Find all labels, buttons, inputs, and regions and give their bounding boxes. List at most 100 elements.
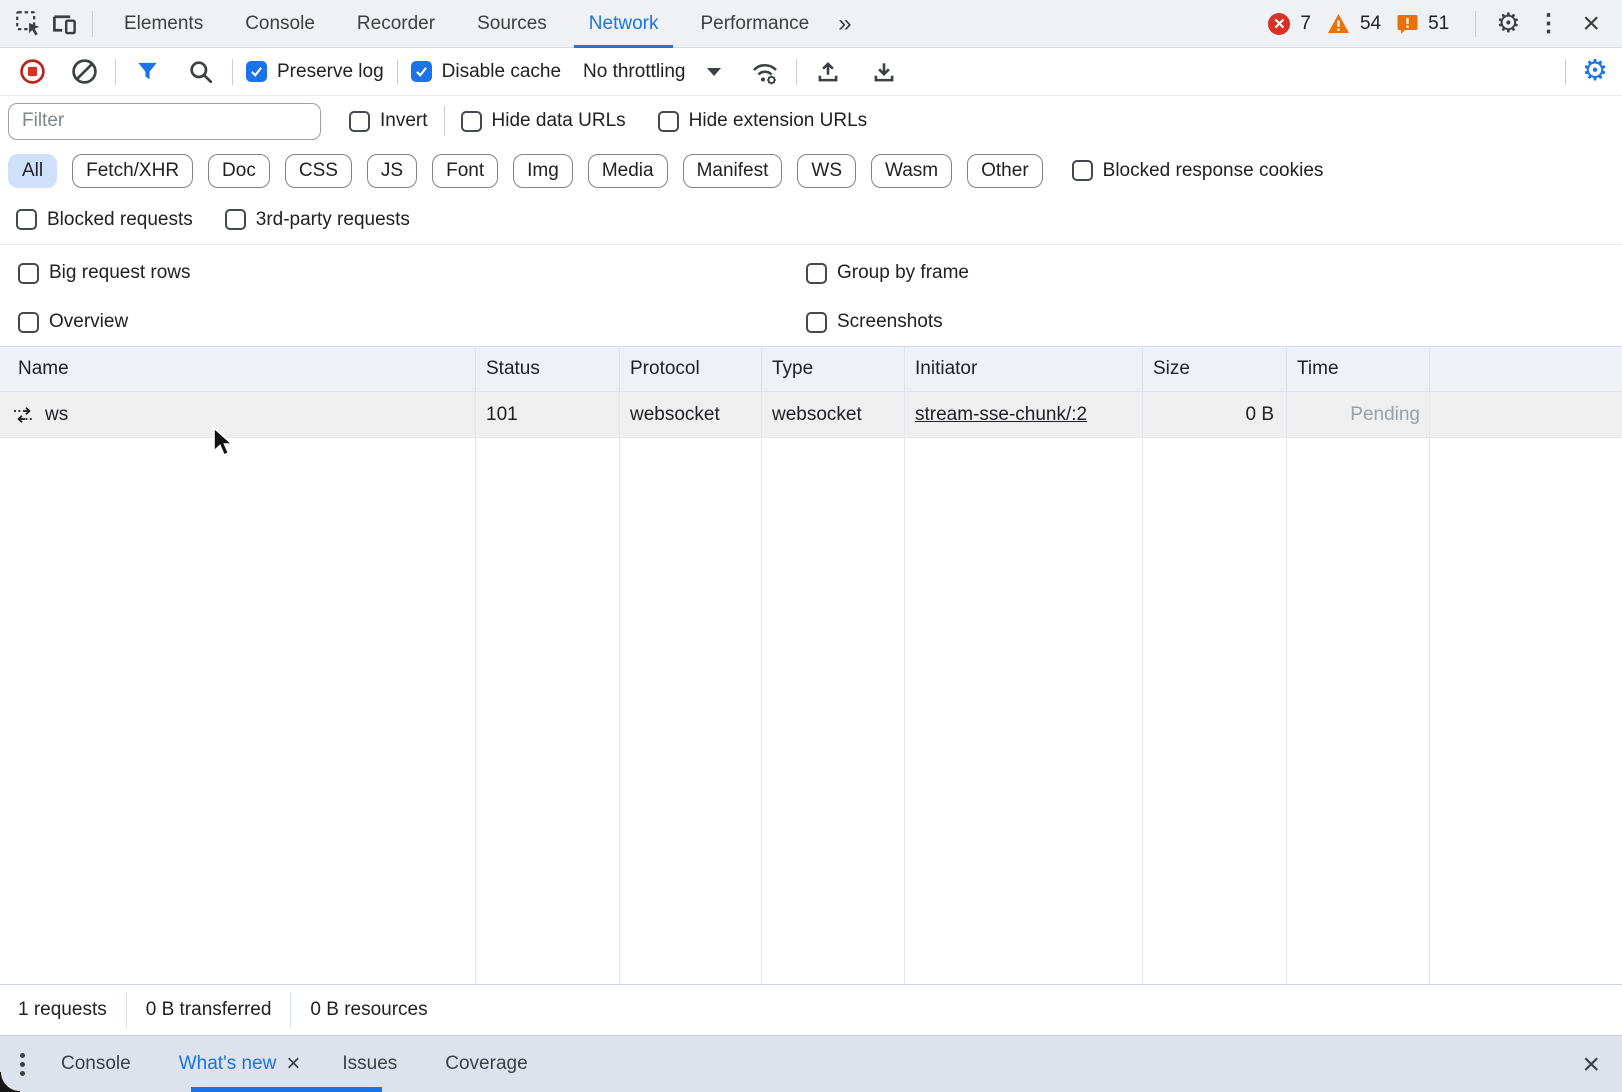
requests-table-header: Name Status Protocol Type Initiator Size… [0, 347, 1622, 392]
request-name: ws [45, 403, 69, 425]
request-name-cell[interactable]: ws [0, 392, 476, 437]
divider [232, 58, 233, 85]
settings-gear-icon[interactable]: ⚙ [1496, 10, 1520, 37]
clear-network-log-icon[interactable] [66, 54, 102, 90]
invert-label: Invert [380, 110, 428, 131]
chip-manifest[interactable]: Manifest [682, 153, 783, 188]
column-header-size[interactable]: Size [1143, 347, 1287, 391]
error-badge-icon[interactable]: ✕ [1268, 12, 1291, 35]
close-whats-new-tab-icon[interactable]: × [286, 1052, 300, 1076]
throttling-select[interactable]: No throttling [583, 60, 722, 83]
close-drawer-icon[interactable]: × [1582, 1050, 1600, 1080]
divider [796, 58, 798, 85]
hide-extension-urls-checkbox[interactable] [657, 110, 679, 132]
tab-network[interactable]: Network [568, 0, 680, 48]
close-devtools-icon[interactable]: × [1576, 8, 1606, 39]
disable-cache-checkbox[interactable] [410, 61, 432, 82]
tab-performance[interactable]: Performance [679, 0, 830, 48]
chip-fetch-xhr[interactable]: Fetch/XHR [72, 153, 194, 188]
request-size-cell[interactable]: 0 B [1143, 392, 1287, 437]
inspect-element-icon[interactable] [10, 6, 46, 42]
import-har-icon[interactable] [810, 54, 846, 90]
divider [1565, 58, 1566, 85]
drawer-tab-console[interactable]: Console [37, 1036, 155, 1092]
warning-icon[interactable] [1327, 13, 1350, 34]
blocked-requests-checkbox[interactable] [16, 209, 37, 230]
filter-icon[interactable] [129, 54, 165, 90]
error-count[interactable]: 7 [1300, 13, 1311, 35]
issues-icon[interactable] [1397, 14, 1418, 34]
hide-data-urls-checkbox[interactable] [460, 110, 482, 132]
initiator-link[interactable]: stream-sse-chunk/:2 [915, 404, 1087, 426]
filter-input[interactable] [8, 102, 321, 140]
divider [1475, 10, 1477, 37]
chip-media[interactable]: Media [587, 153, 668, 188]
drawer-tab-whats-new[interactable]: What's new [155, 1036, 287, 1092]
tab-elements[interactable]: Elements [103, 0, 224, 48]
column-header-name[interactable]: Name [0, 347, 476, 391]
request-time-cell[interactable]: Pending [1287, 392, 1430, 437]
more-tabs-icon[interactable]: » [830, 10, 857, 38]
table-row[interactable]: ws 101 websocket websocket stream-sse-ch… [0, 392, 1622, 438]
third-party-requests-label: 3rd-party requests [255, 208, 410, 230]
chip-css[interactable]: CSS [284, 153, 352, 188]
column-header-time[interactable]: Time [1287, 347, 1430, 391]
export-har-icon[interactable] [866, 54, 902, 90]
network-settings-gear-icon[interactable]: ⚙ [1582, 57, 1608, 86]
view-options-panel: Big request rows Group by frame Overview… [0, 245, 1622, 347]
overview-checkbox[interactable] [18, 311, 39, 333]
chevron-down-icon [707, 67, 722, 76]
group-by-frame-checkbox[interactable] [806, 262, 827, 284]
overview-label: Overview [49, 311, 129, 332]
preserve-log-checkbox[interactable] [246, 61, 267, 82]
column-header-protocol[interactable]: Protocol [620, 347, 762, 391]
preserve-log-label: Preserve log [277, 60, 384, 82]
chip-img[interactable]: Img [513, 153, 573, 188]
request-status-cell[interactable]: 101 [476, 392, 620, 437]
overview-control: Overview [18, 311, 128, 333]
drawer-tab-bar: Console What's new × Issues Coverage × [0, 1035, 1622, 1092]
device-toolbar-icon[interactable] [46, 6, 82, 42]
big-request-rows-checkbox[interactable] [18, 262, 39, 284]
chip-other[interactable]: Other [967, 153, 1043, 188]
more-options-icon[interactable]: ⋮ [1530, 9, 1566, 38]
drawer-tab-coverage[interactable]: Coverage [421, 1036, 551, 1092]
column-header-initiator[interactable]: Initiator [905, 347, 1143, 391]
screenshots-checkbox[interactable] [806, 311, 827, 333]
chip-font[interactable]: Font [432, 153, 499, 188]
chip-doc[interactable]: Doc [208, 153, 270, 188]
column-header-status[interactable]: Status [476, 347, 620, 391]
hide-extension-urls-label: Hide extension URLs [688, 110, 868, 131]
preserve-log-control: Preserve log [246, 61, 384, 83]
divider [125, 992, 127, 1028]
chip-ws[interactable]: WS [797, 153, 856, 188]
search-icon[interactable] [183, 54, 219, 90]
resource-type-filters: All Fetch/XHR Doc CSS JS Font Img Media … [0, 146, 1622, 195]
tab-console[interactable]: Console [224, 0, 336, 48]
chip-wasm[interactable]: Wasm [871, 153, 953, 188]
toolbar-status-cluster: ✕ 7 54 51 ⚙ ⋮ × [1268, 8, 1612, 39]
invert-checkbox[interactable] [349, 110, 370, 132]
requests-table-empty-area[interactable] [0, 438, 1622, 985]
tab-sources[interactable]: Sources [456, 0, 568, 48]
drawer-tab-issues[interactable]: Issues [318, 1036, 421, 1092]
active-drawer-tab-underline [191, 1087, 382, 1092]
screenshots-label: Screenshots [837, 311, 943, 332]
issues-count[interactable]: 51 [1428, 13, 1449, 35]
warning-count[interactable]: 54 [1360, 13, 1381, 35]
request-protocol-cell[interactable]: websocket [620, 392, 762, 437]
divider [396, 58, 398, 85]
blocked-requests-control: Blocked requests [16, 209, 193, 231]
record-network-log-icon[interactable] [14, 54, 50, 90]
request-type-cell[interactable]: websocket [762, 392, 905, 437]
chip-js[interactable]: JS [366, 153, 418, 188]
column-header-type[interactable]: Type [762, 347, 905, 391]
network-summary-bar: 1 requests 0 B transferred 0 B resources [0, 985, 1622, 1035]
throttling-value: No throttling [583, 60, 686, 82]
blocked-response-cookies-checkbox[interactable] [1071, 160, 1093, 181]
tab-recorder[interactable]: Recorder [336, 0, 456, 48]
disable-cache-control: Disable cache [410, 61, 561, 83]
third-party-requests-checkbox[interactable] [224, 209, 246, 230]
network-conditions-icon[interactable] [747, 54, 783, 90]
chip-all[interactable]: All [8, 153, 58, 188]
